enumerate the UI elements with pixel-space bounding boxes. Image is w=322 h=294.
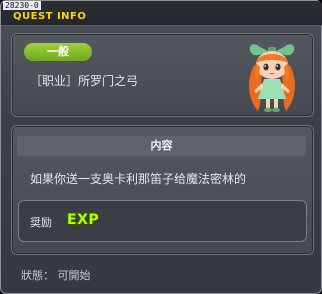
quest-name: ［职业］所罗门之弓 [30,74,139,88]
fairy-girl-icon [249,44,295,113]
quest-summary-panel: 一般 ［职业］所罗门之弓 [11,33,314,117]
quest-description: 如果你送一支奥卡利那笛子给魔法密林的 [30,172,247,186]
quest-category-badge: 一般 [24,43,92,61]
quest-status: 狀態： 可開始 [21,269,91,282]
reward-label: 奨励 [30,216,52,229]
title-bar[interactable]: 28230-0 QUEST INFO [1,1,322,26]
reward-box: 奨励 EXP [18,200,307,242]
content-header: 内容 [17,136,306,156]
quest-content-panel: 内容 如果你送一支奥卡利那笛子给魔法密林的 奨励 EXP [11,125,314,255]
quest-info-window: 28230-0 QUEST INFO 一般 ［职业］所罗门之弓 内容 如果你送一… [0,0,322,294]
exp-reward-icon: EXP [67,212,100,228]
quest-id: 28230-0 [3,1,41,10]
window-title: QUEST INFO [13,11,87,22]
